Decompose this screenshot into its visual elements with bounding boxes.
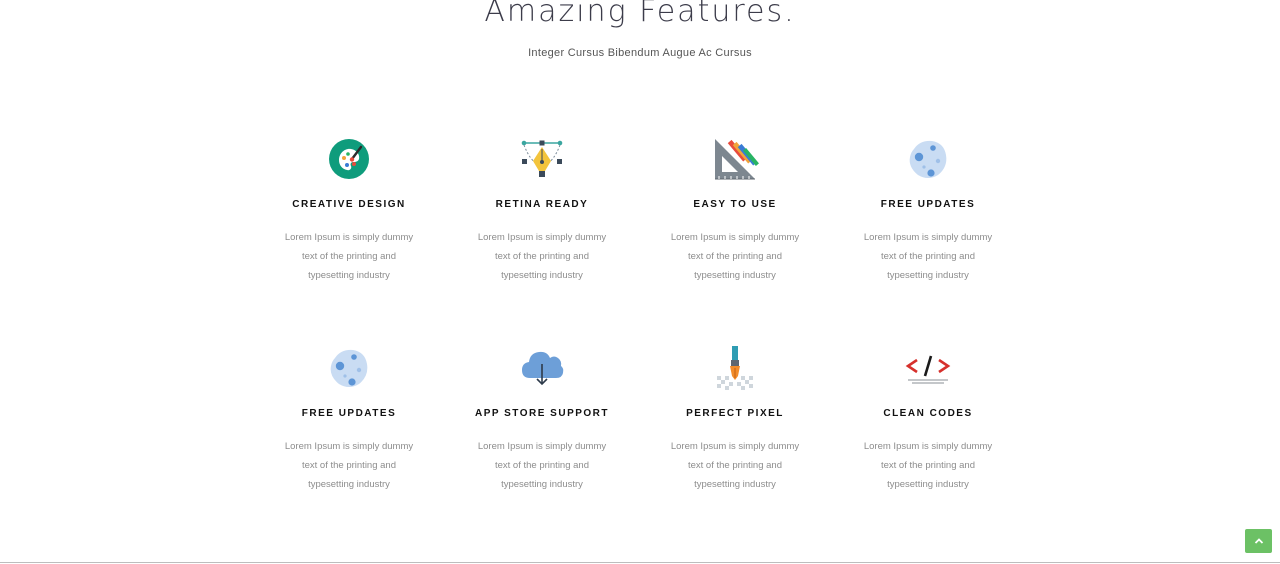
- code-brackets-icon: [905, 355, 951, 384]
- feature-card-app-store-support: APP STORE SUPPORT Lorem Ipsum is simply …: [452, 344, 632, 494]
- feature-card-retina-ready: RETINA READY Lorem Ipsum is simply dummy…: [452, 135, 632, 285]
- feature-description: Lorem Ipsum is simply dummy text of the …: [284, 232, 414, 281]
- feature-description: Lorem Ipsum is simply dummy text of the …: [477, 441, 607, 490]
- feature-description: Lorem Ipsum is simply dummy text of the …: [863, 441, 993, 490]
- feature-card-free-updates-2: FREE UPDATES Lorem Ipsum is simply dummy…: [259, 344, 439, 494]
- moon-rock-icon: [330, 349, 368, 387]
- feature-description: Lorem Ipsum is simply dummy text of the …: [477, 232, 607, 281]
- pen-tool-icon: [521, 140, 563, 177]
- feature-title: FREE UPDATES: [880, 199, 976, 210]
- section-divider: [0, 562, 1280, 563]
- feature-card-creative-design: CREATIVE DESIGN Lorem Ipsum is simply du…: [259, 135, 439, 285]
- feature-title: APP STORE SUPPORT: [474, 408, 610, 419]
- feature-card-free-updates: FREE UPDATES Lorem Ipsum is simply dummy…: [838, 135, 1018, 285]
- scroll-to-top-button[interactable]: [1245, 529, 1272, 553]
- section-subtitle: Integer Cursus Bibendum Augue Ac Cursus: [528, 47, 752, 59]
- feature-title: CLEAN CODES: [883, 408, 973, 419]
- section-title: Amazing Features.: [484, 0, 796, 29]
- feature-card-perfect-pixel: PERFECT PIXEL Lorem Ipsum is simply dumm…: [645, 344, 825, 494]
- feature-description: Lorem Ipsum is simply dummy text of the …: [670, 441, 800, 490]
- feature-card-clean-codes: CLEAN CODES Lorem Ipsum is simply dummy …: [838, 344, 1018, 494]
- chevron-up-icon: [1254, 538, 1263, 544]
- features-section: Amazing Features. Integer Cursus Bibendu…: [0, 0, 1280, 564]
- feature-title: EASY TO USE: [693, 199, 777, 210]
- feature-description: Lorem Ipsum is simply dummy text of the …: [284, 441, 414, 490]
- moon-rock-icon: [909, 140, 947, 178]
- feature-title: RETINA READY: [495, 199, 589, 210]
- cloud-download-icon: [522, 351, 564, 386]
- feature-card-easy-to-use: EASY TO USE Lorem Ipsum is simply dummy …: [645, 135, 825, 285]
- feature-description: Lorem Ipsum is simply dummy text of the …: [863, 232, 993, 281]
- feature-title: CREATIVE DESIGN: [292, 199, 406, 210]
- pixel-brush-icon: [717, 346, 753, 390]
- palette-icon: [329, 139, 369, 179]
- feature-title: PERFECT PIXEL: [686, 408, 784, 419]
- feature-title: FREE UPDATES: [301, 408, 397, 419]
- set-square-pencils-icon: [715, 139, 759, 180]
- feature-description: Lorem Ipsum is simply dummy text of the …: [670, 232, 800, 281]
